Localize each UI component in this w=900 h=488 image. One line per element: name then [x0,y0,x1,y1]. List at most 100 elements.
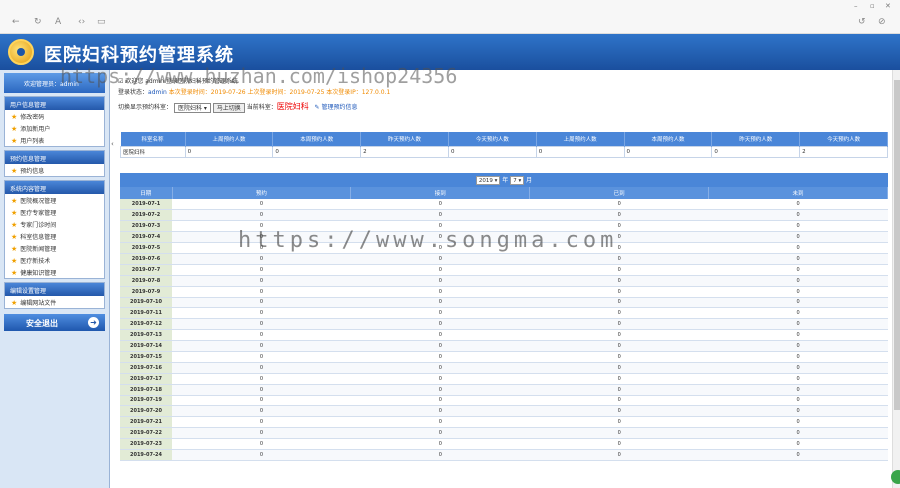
sidebar-item-change-password[interactable]: ★ 修改密码 [5,110,104,122]
table-cell: 0 [708,275,888,287]
close-icon[interactable]: ✕ [885,2,891,10]
scrollbar[interactable] [892,70,900,488]
table-row: 2019-07-24 0 0 0 0 [120,449,888,461]
sidebar-group-users: 用户信息管理 ★ 修改密码 ★ 添加新用户 ★ 用户列表 [4,96,105,147]
table-cell: 0 [172,416,351,429]
code-icon[interactable]: ‹› [78,17,85,27]
sidebar-item-label: 医疗专家管理 [20,210,57,217]
table-cell: 0 [172,438,351,450]
sidebar-group-title[interactable]: 编辑设置管理 [5,283,104,296]
page-icon[interactable]: ▭ [97,17,106,27]
table-cell: 0 [350,275,530,287]
table-row: 2019-07-15 0 0 0 0 [120,351,888,363]
table-cell: 0 [529,449,709,461]
sidebar-item-add-user[interactable]: ★ 添加新用户 [5,122,104,134]
table-row: 2019-07-5 0 0 0 0 [120,242,888,254]
table-cell: 0 [708,253,888,265]
table-cell: 0 [535,145,625,158]
minimize-icon[interactable]: – [854,2,858,10]
table-cell: 0 [529,416,709,429]
sidebar-item-news[interactable]: ★ 医院新闻管理 [5,242,104,254]
table-cell: 0 [172,340,351,352]
table-cell: 0 [172,449,351,461]
sidebar-group-title[interactable]: 用户信息管理 [5,97,104,110]
table-cell: 0 [172,405,351,418]
table-row: 2019-07-22 0 0 0 0 [120,427,888,440]
table-cell: 0 [350,209,530,222]
table-cell: 0 [529,286,709,298]
manage-link[interactable]: ✎ 管理预约信息 [314,104,357,111]
welcome-line: ☑ 欢迎您 admin 登录医院妇科预约管理系统 [118,78,238,85]
summary-table: 科室名称 上周预约人数 本周预约人数 昨天预约人数 今天预约人数 上周预约人数 … [120,132,888,158]
star-icon: ★ [11,167,18,175]
logout-button[interactable]: 安全退出 ➜ [4,314,105,331]
month-suffix: 月 [526,177,533,184]
sidebar-item-hospital-overview[interactable]: ★ 医院概况管理 [5,194,104,206]
sidebar-item-clinic-time[interactable]: ★ 专家门诊时间 [5,218,104,230]
table-cell: 医院妇科 [120,145,186,158]
table-cell: 0 [708,264,888,276]
table-cell: 0 [272,145,362,158]
sidebar-group-content: 系统内容管理 ★ 医院概况管理 ★ 医疗专家管理 ★ 专家门诊时间 ★ 科室信息管理 ★… [4,180,105,279]
table-cell: 0 [708,329,888,342]
table-cell: 0 [529,340,709,352]
table-cell: 0 [708,220,888,233]
table-cell: 0 [350,384,530,396]
sidebar-item-health-knowledge[interactable]: ★ 健康知识管理 [5,266,104,278]
sidebar-item-user-list[interactable]: ★ 用户列表 [5,134,104,146]
table-cell: 0 [350,427,530,440]
table-cell: 0 [172,253,351,265]
sidebar-group-title[interactable]: 系统内容管理 [5,181,104,194]
table-row: 2019-07-19 0 0 0 0 [120,395,888,407]
table-row: 2019-07-12 0 0 0 0 [120,318,888,331]
table-cell: 0 [350,242,530,254]
sidebar-item-label: 添加新用户 [20,126,51,133]
dept-select[interactable]: 医院妇科 ▾ [173,102,211,113]
date-cell: 2019-07-14 [120,340,172,352]
switch-dept-button[interactable]: 马上切换 [212,102,245,113]
sidebar-item-experts[interactable]: ★ 医疗专家管理 [5,206,104,218]
table-row: 2019-07-16 0 0 0 0 [120,362,888,374]
table-cell: 0 [172,199,351,211]
table-cell: 0 [708,384,888,396]
sidebar-group-title[interactable]: 预约信息管理 [5,151,104,164]
table-cell: 0 [708,297,888,309]
star-icon: ★ [11,299,18,307]
table-row: 2019-07-14 0 0 0 0 [120,340,888,352]
table-cell: 0 [529,427,709,440]
table-cell: 0 [529,362,709,374]
settings-icon[interactable]: ↺ [858,17,866,27]
sidebar-item-label: 医院概况管理 [20,198,57,205]
table-cell: 0 [172,209,351,222]
refresh-icon[interactable]: ↻ [34,17,42,27]
maximize-icon[interactable]: ▫ [870,2,875,10]
sidebar-item-departments[interactable]: ★ 科室信息管理 [5,230,104,242]
date-cell: 2019-07-10 [120,297,172,309]
column-header: 预约 [172,187,352,199]
sidebar-item-label: 修改密码 [20,114,45,121]
main-content: ☑ 欢迎您 admin 登录医院妇科预约管理系统 登录状态：admin 本次登录… [116,70,892,488]
table-cell: 0 [350,351,530,363]
sidebar-item-edit-files[interactable]: ★ 编辑网站文件 [5,296,104,308]
table-cell: 0 [350,438,530,450]
sidebar-item-new-tech[interactable]: ★ 医疗新技术 [5,254,104,266]
app-header: 医院妇科预约管理系统 [0,34,900,70]
table-cell: 0 [529,329,709,342]
table-cell: 0 [172,373,351,385]
table-cell: 0 [172,384,351,396]
status-badge[interactable] [891,470,900,484]
table-cell: 0 [529,264,709,276]
table-cell: 0 [708,449,888,461]
star-icon: ★ [11,257,18,265]
month-select[interactable]: 7 ▾ [510,176,525,185]
back-arrow-icon[interactable]: ← [12,17,20,27]
column-header: 日期 [120,187,173,199]
collapse-sidebar-icon[interactable]: ‹ [111,140,114,148]
font-icon[interactable]: A [55,17,61,27]
year-select[interactable]: 2019 ▾ [475,176,501,185]
table-cell: 0 [708,318,888,331]
help-icon[interactable]: ⊘ [878,17,886,27]
sidebar-item-appointment-info[interactable]: ★ 预约信息 [5,164,104,176]
scroll-thumb[interactable] [894,80,900,410]
table-cell: 0 [708,209,888,222]
